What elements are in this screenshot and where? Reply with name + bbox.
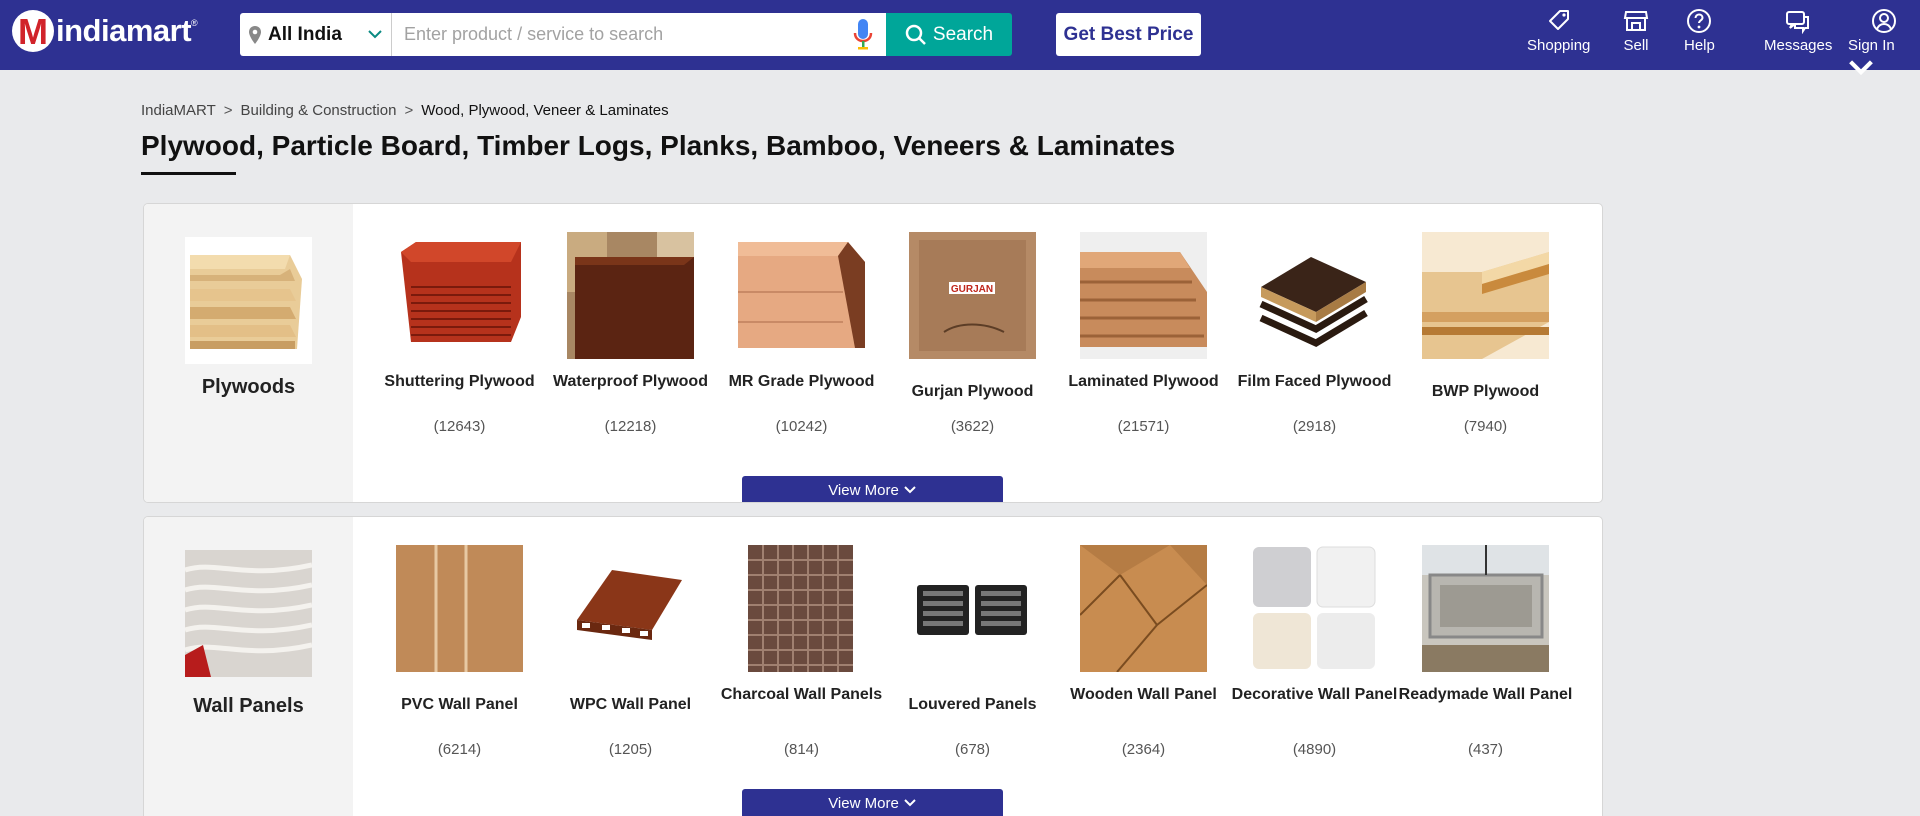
view-more-button[interactable]: View More <box>742 476 1003 502</box>
search-button-label: Search <box>932 23 994 45</box>
readymade-wall-panel-image <box>1422 545 1549 672</box>
product-count: (12643) <box>433 418 486 435</box>
product-count: (21571) <box>1117 418 1170 435</box>
location-pin-icon <box>249 25 261 44</box>
search-input[interactable] <box>404 24 824 45</box>
wooden-wall-panel-image <box>1080 545 1207 672</box>
top-header: M indiamart ® All India Search Get Best … <box>0 0 1920 76</box>
product-count: (7940) <box>1463 418 1508 435</box>
nav-help[interactable]: Help <box>1684 8 1715 54</box>
product-name: MR Grade Plywood <box>728 373 875 390</box>
product-name: PVC Wall Panel <box>401 696 518 713</box>
breadcrumb: IndiaMART > Building & Construction > Wood, … <box>141 102 669 119</box>
category-header[interactable]: Wall Panels <box>144 517 353 816</box>
gurjan-plywood-image: GURJAN <box>909 232 1036 359</box>
mr-grade-plywood-image <box>738 232 865 359</box>
product-name: Louvered Panels <box>908 696 1037 713</box>
product-name: Film Faced Plywood <box>1237 373 1392 390</box>
location-selector[interactable]: All India <box>240 13 392 56</box>
location-label: All India <box>268 23 342 45</box>
page-title: Plywood, Particle Board, Timber Logs, Pl… <box>141 130 1176 161</box>
category-name[interactable]: Wall Panels <box>144 695 353 718</box>
product-name: Gurjan Plywood <box>911 383 1034 400</box>
nav-shopping[interactable]: Shopping <box>1527 8 1590 54</box>
microphone-icon[interactable] <box>852 17 874 53</box>
chevron-down-icon <box>1849 60 1873 76</box>
product-count: (12218) <box>604 418 657 435</box>
category-name[interactable]: Plywoods <box>144 376 353 399</box>
product-count: (10242) <box>775 418 828 435</box>
breadcrumb-item[interactable]: Building & Construction <box>241 102 397 119</box>
product-count: (1205) <box>608 741 653 758</box>
product-count: (437) <box>1467 741 1504 758</box>
pvc-wall-panel-image <box>396 545 523 672</box>
search-field-wrap <box>392 13 886 56</box>
nav-sign-in[interactable]: Sign In <box>1848 8 1920 87</box>
category-panel-plywoods: Plywoods Shuttering Plywood (12643) Wate… <box>143 203 1603 503</box>
category-panel-wall-panels: Wall Panels PVC Wall Panel (6214) WPC Wa… <box>143 516 1603 816</box>
product-name: Wooden Wall Panel <box>1070 686 1217 703</box>
shuttering-plywood-image <box>396 232 523 359</box>
louvered-panels-image <box>909 545 1036 672</box>
messages-icon <box>1786 11 1810 34</box>
film-faced-plywood-image <box>1251 232 1378 359</box>
logo-text: indiamart <box>56 13 192 48</box>
bwp-plywood-image <box>1422 232 1549 359</box>
product-count: (678) <box>954 741 991 758</box>
laminated-plywood-image <box>1080 232 1207 359</box>
nav-messages[interactable]: Messages <box>1764 8 1832 54</box>
search-icon <box>905 24 926 45</box>
view-more-button[interactable]: View More <box>742 789 1003 816</box>
product-count: (6214) <box>437 741 482 758</box>
get-best-price-button[interactable]: Get Best Price <box>1056 13 1201 56</box>
product-name: Charcoal Wall Panels <box>720 686 883 703</box>
title-underline <box>141 172 236 175</box>
chevron-down-icon <box>904 799 916 807</box>
product-count: (4890) <box>1292 741 1337 758</box>
breadcrumb-current: Wood, Plywood, Veneer & Laminates <box>421 102 669 119</box>
product-name: Waterproof Plywood <box>553 373 708 390</box>
store-icon <box>1623 11 1649 31</box>
product-name: WPC Wall Panel <box>569 696 692 713</box>
product-name: Laminated Plywood <box>1068 373 1219 390</box>
product-count: (2918) <box>1292 418 1337 435</box>
breadcrumb-item[interactable]: IndiaMART <box>141 102 216 119</box>
product-name: BWP Plywood <box>1431 383 1540 400</box>
product-count: (2364) <box>1121 741 1166 758</box>
logo-m-icon: M <box>12 10 54 52</box>
decorative-wall-panel-image <box>1251 545 1378 672</box>
svg-text:GURJAN: GURJAN <box>951 284 993 295</box>
indiamart-logo[interactable]: M indiamart ® <box>12 8 198 54</box>
user-icon <box>1872 9 1896 33</box>
chevron-down-icon <box>904 486 916 494</box>
chevron-down-icon <box>368 30 382 39</box>
charcoal-wall-panel-image <box>738 545 865 672</box>
wpc-wall-panel-image <box>567 545 694 672</box>
product-name: Readymade Wall Panel <box>1398 686 1573 703</box>
product-name: Decorative Wall Panel <box>1231 686 1398 703</box>
product-count: (3622) <box>950 418 995 435</box>
tag-icon <box>1548 10 1569 30</box>
product-count: (814) <box>783 741 820 758</box>
help-icon <box>1687 9 1712 33</box>
sign-in-label: Sign In <box>1848 37 1920 87</box>
product-name: Shuttering Plywood <box>384 373 535 390</box>
search-button[interactable]: Search <box>886 13 1012 56</box>
nav-sell[interactable]: Sell <box>1623 8 1649 54</box>
waterproof-plywood-image <box>567 232 694 359</box>
plywoods-image <box>185 237 312 364</box>
wall-panels-image <box>185 550 312 677</box>
category-header[interactable]: Plywoods <box>144 204 353 502</box>
